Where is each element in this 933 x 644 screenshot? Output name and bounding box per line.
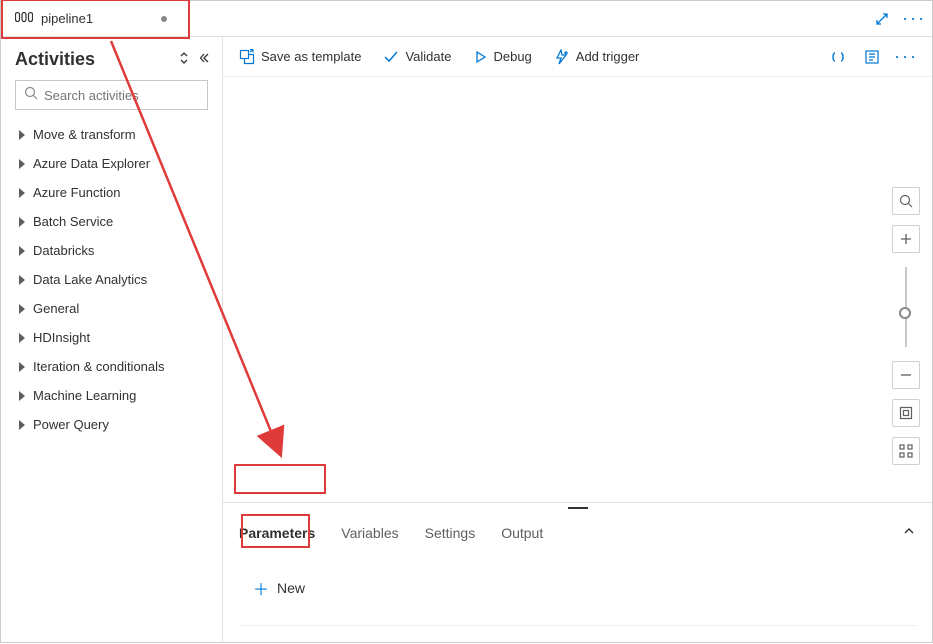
activity-group-hdinsight[interactable]: HDInsight [9, 323, 214, 352]
canvas-toolbar: Save as template Validate Debug Add trig… [223, 37, 932, 77]
activity-group-databricks[interactable]: Databricks [9, 236, 214, 265]
tab-output[interactable]: Output [501, 521, 543, 545]
add-trigger-button[interactable]: Add trigger [554, 49, 640, 65]
activities-title: Activities [1, 49, 222, 80]
unsaved-dot-icon [161, 16, 167, 22]
debug-label: Debug [493, 49, 531, 64]
canvas-search-button[interactable] [892, 187, 920, 215]
activity-group-data-lake-analytics[interactable]: Data Lake Analytics [9, 265, 214, 294]
code-view-button[interactable] [828, 47, 848, 67]
zoom-in-button[interactable] [892, 225, 920, 253]
activity-group-batch-service[interactable]: Batch Service [9, 207, 214, 236]
activity-label: Azure Data Explorer [33, 156, 150, 171]
caret-right-icon [19, 246, 25, 256]
activity-label: Move & transform [33, 127, 136, 142]
expand-pane-button[interactable] [872, 9, 892, 29]
save-as-template-label: Save as template [261, 49, 361, 64]
caret-right-icon [19, 362, 25, 372]
caret-right-icon [19, 217, 25, 227]
activity-label: Power Query [33, 417, 109, 432]
validate-label: Validate [405, 49, 451, 64]
search-icon [24, 86, 38, 105]
canvas-more-button[interactable]: ··· [896, 47, 916, 67]
new-parameter-button[interactable]: ＋ New [239, 569, 319, 607]
activity-group-move-transform[interactable]: Move & transform [9, 120, 214, 149]
pipeline-tab[interactable]: pipeline1 [1, 1, 181, 37]
pipeline-icon [15, 10, 33, 27]
caret-right-icon [19, 275, 25, 285]
activity-list: Move & transform Azure Data Explorer Azu… [1, 120, 222, 439]
properties-panel: Parameters Variables Settings Output ＋ N… [223, 502, 932, 642]
new-button-label: New [277, 580, 305, 596]
plus-icon: ＋ [253, 576, 269, 600]
panel-resize-handle[interactable] [239, 503, 916, 513]
ellipsis-icon: ··· [894, 46, 918, 67]
zoom-slider[interactable] [905, 267, 907, 347]
caret-right-icon [19, 159, 25, 169]
caret-right-icon [19, 333, 25, 343]
activity-group-general[interactable]: General [9, 294, 214, 323]
activity-group-iteration-conditionals[interactable]: Iteration & conditionals [9, 352, 214, 381]
search-activities-box[interactable] [15, 80, 208, 110]
activity-group-azure-function[interactable]: Azure Function [9, 178, 214, 207]
activity-group-machine-learning[interactable]: Machine Learning [9, 381, 214, 410]
tab-settings[interactable]: Settings [425, 521, 476, 545]
activity-label: General [33, 301, 79, 316]
caret-right-icon [19, 304, 25, 314]
pipeline-tab-title: pipeline1 [41, 11, 93, 26]
activity-label: Machine Learning [33, 388, 136, 403]
activity-group-azure-data-explorer[interactable]: Azure Data Explorer [9, 149, 214, 178]
tab-parameters[interactable]: Parameters [239, 521, 315, 545]
panel-tab-strip: Parameters Variables Settings Output [239, 513, 916, 553]
properties-button[interactable] [862, 47, 882, 67]
caret-right-icon [19, 188, 25, 198]
save-as-template-button[interactable]: Save as template [239, 49, 361, 65]
collapse-panel-button[interactable] [902, 524, 916, 543]
collapse-sidebar-button[interactable] [196, 50, 216, 70]
ellipsis-icon: ··· [902, 8, 926, 29]
caret-right-icon [19, 420, 25, 430]
tab-bar: pipeline1 ··· [1, 1, 932, 37]
caret-right-icon [19, 391, 25, 401]
activity-label: HDInsight [33, 330, 90, 345]
pipeline-canvas[interactable] [223, 77, 932, 502]
zoom-fit-button[interactable] [892, 399, 920, 427]
activity-group-power-query[interactable]: Power Query [9, 410, 214, 439]
activities-sidebar: Activities Move & transform Azure Data E… [1, 37, 223, 642]
activity-label: Data Lake Analytics [33, 272, 147, 287]
activity-label: Databricks [33, 243, 94, 258]
activity-label: Batch Service [33, 214, 113, 229]
layout-button[interactable] [892, 437, 920, 465]
tab-more-button[interactable]: ··· [904, 9, 924, 29]
validate-button[interactable]: Validate [383, 49, 451, 65]
pipeline-canvas-area: Save as template Validate Debug Add trig… [223, 37, 932, 642]
panel-divider [239, 625, 916, 626]
zoom-out-button[interactable] [892, 361, 920, 389]
tab-variables[interactable]: Variables [341, 521, 398, 545]
activity-label: Azure Function [33, 185, 120, 200]
zoom-thumb[interactable] [899, 307, 911, 319]
activities-title-label: Activities [15, 49, 95, 70]
caret-right-icon [19, 130, 25, 140]
add-trigger-label: Add trigger [576, 49, 640, 64]
debug-button[interactable]: Debug [473, 49, 531, 64]
expand-all-button[interactable] [174, 50, 194, 70]
activity-label: Iteration & conditionals [33, 359, 165, 374]
search-activities-input[interactable] [44, 88, 220, 103]
zoom-controls [892, 187, 920, 465]
